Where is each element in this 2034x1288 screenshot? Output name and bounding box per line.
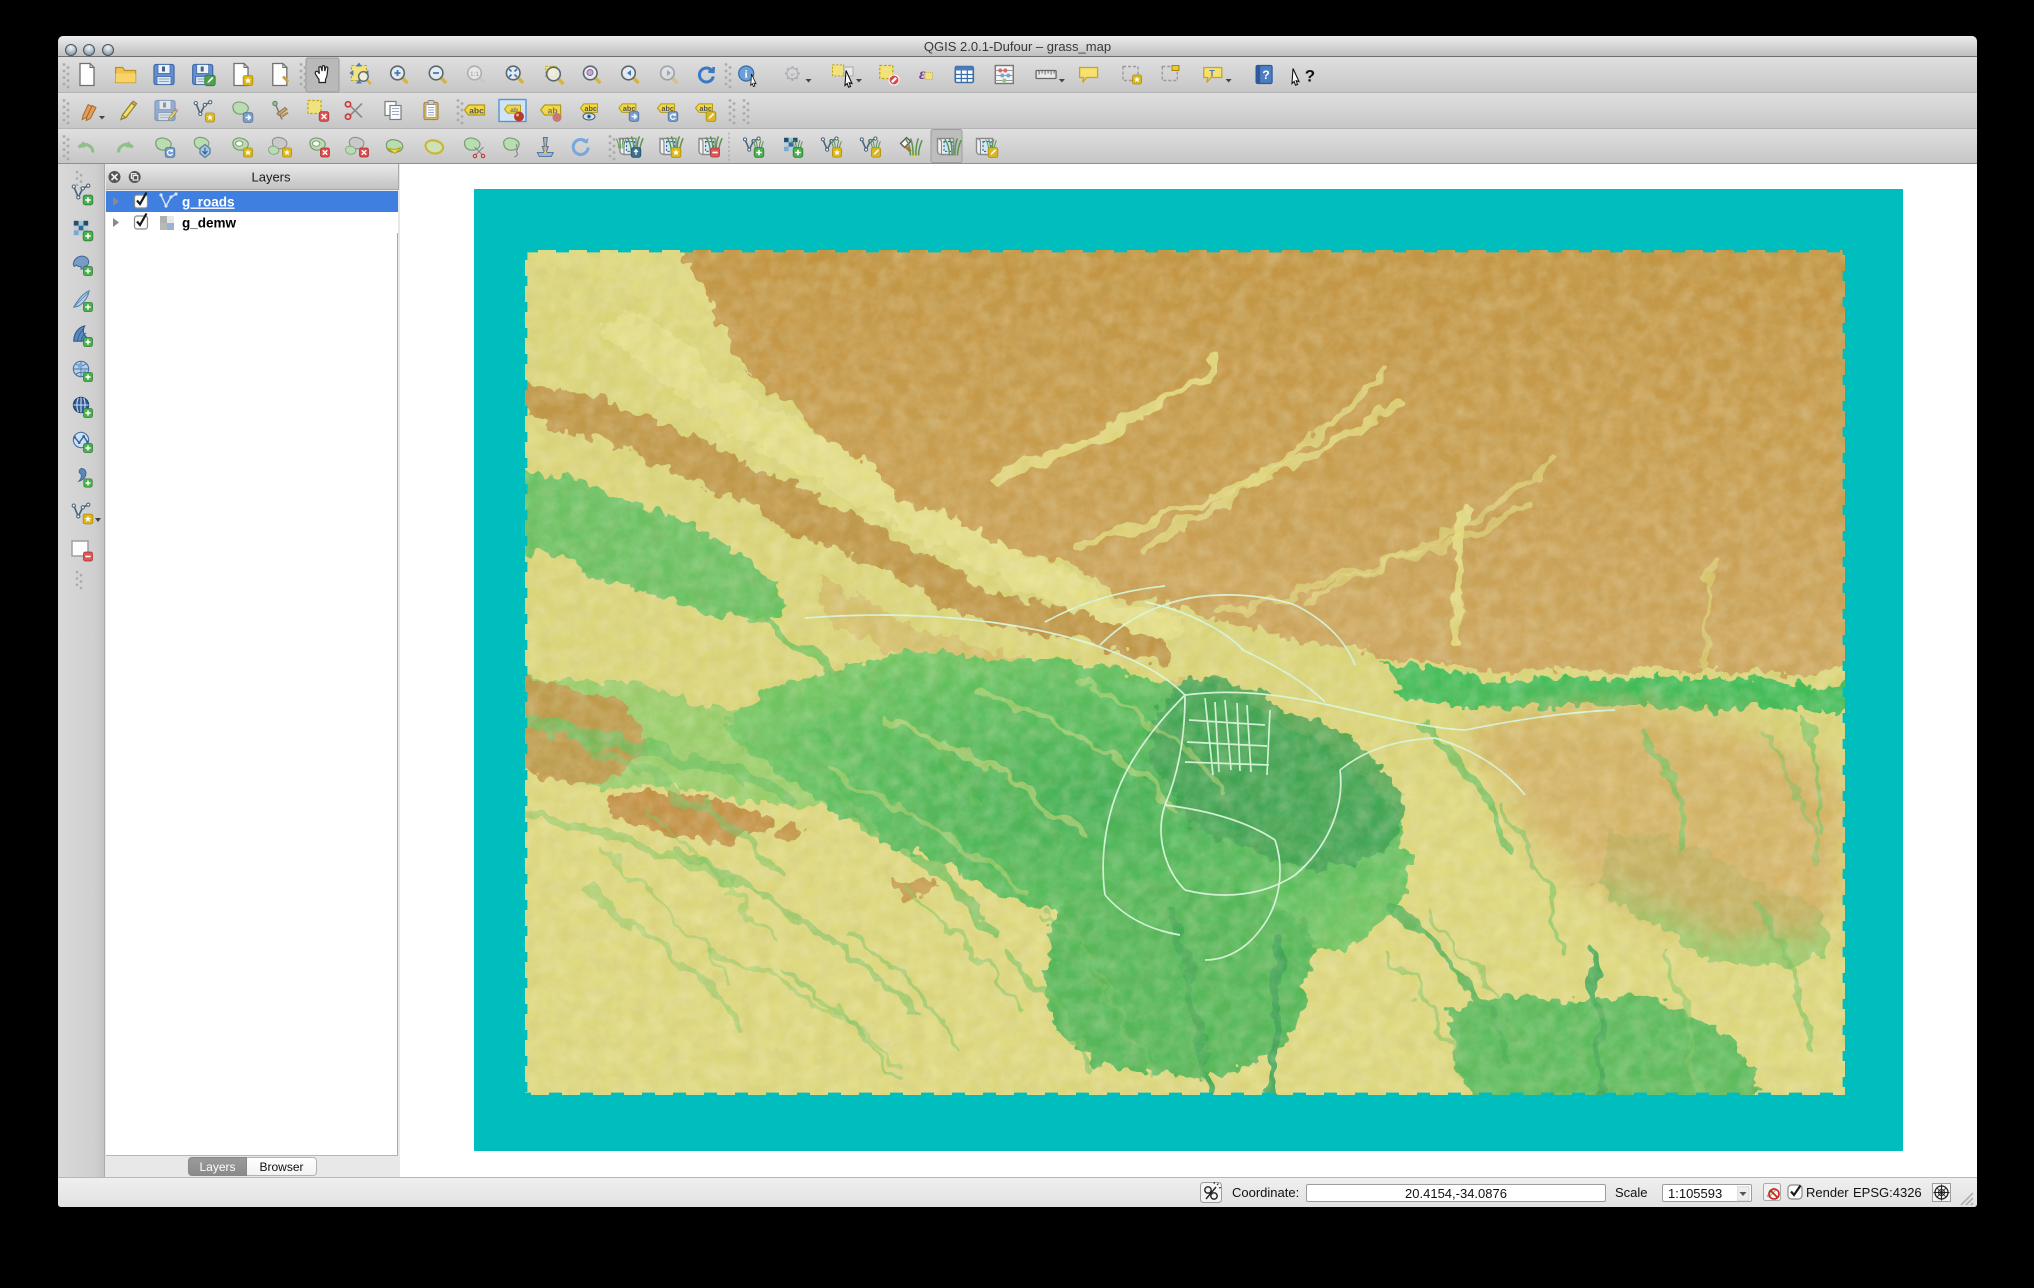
svg-text:g_demw: g_demw <box>182 215 237 230</box>
svg-text:Layers: Layers <box>251 170 291 185</box>
svg-text:g_roads: g_roads <box>182 194 235 209</box>
svg-text:T: T <box>1209 69 1215 79</box>
svg-text:?: ? <box>1305 67 1315 86</box>
